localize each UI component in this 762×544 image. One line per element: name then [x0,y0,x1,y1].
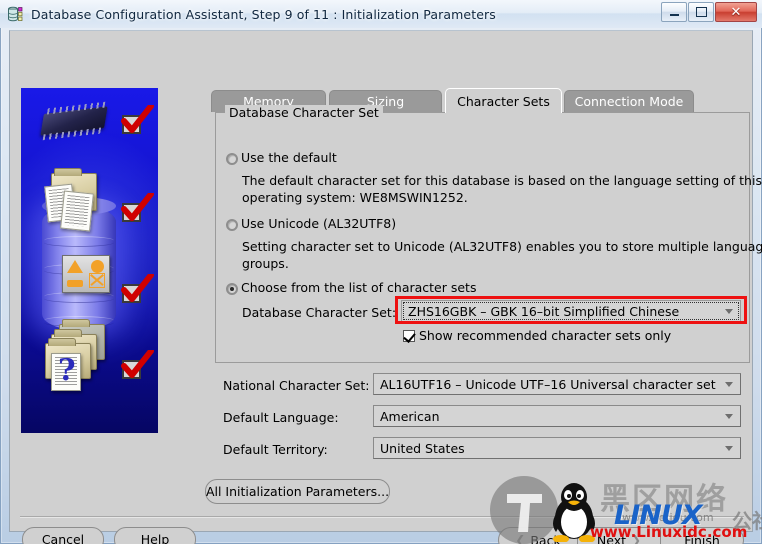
button-label: Finish [684,532,720,544]
next-button[interactable]: Next ❯ [577,527,661,544]
tab-label: Character Sets [457,93,550,109]
help-button[interactable]: Help [114,527,196,544]
chevron-down-icon[interactable] [724,414,740,419]
step-checkmark [121,350,154,379]
back-button[interactable]: ❮ Back [498,527,578,544]
radio-choose-from-list[interactable] [226,283,238,295]
database-app-icon [7,5,25,23]
radio-label-use-unicode: Use Unicode (AL32UTF8) [241,216,397,231]
national-character-set-label: National Character Set: [223,378,370,393]
chevron-down-icon[interactable] [724,309,740,314]
default-language-select[interactable]: American [373,405,741,427]
close-button[interactable]: ✕ [715,2,757,22]
document-graphic [60,190,94,232]
button-label: All Initialization Parameters... [205,484,390,499]
use-default-description-line2: operating system: WE8MSWIN1252. [242,190,468,205]
national-character-set-value: AL16UTF16 – Unicode UTF–16 Universal cha… [380,376,716,392]
close-icon: ✕ [730,4,742,20]
question-mark-graphic: ? [58,353,76,388]
use-unicode-description-line1: Setting character set to Unicode (AL32UT… [242,239,762,254]
cancel-button[interactable]: Cancel [22,527,104,544]
group-title: Database Character Set [225,105,383,120]
maximize-button[interactable] [688,2,714,22]
minimize-button[interactable] [661,2,687,22]
show-recommended-checkbox[interactable] [403,330,415,342]
window-controls: ✕ [661,2,757,22]
database-character-set-select[interactable]: ZHS16GBK – GBK 16–bit Simplified Chinese [401,300,741,322]
tab-character-sets[interactable]: Character Sets [445,88,562,113]
national-character-set-select[interactable]: AL16UTF16 – Unicode UTF–16 Universal cha… [373,373,741,395]
chevron-left-icon: ❮ [515,533,526,544]
database-character-set-value: ZHS16GBK – GBK 16–bit Simplified Chinese [408,303,680,319]
button-label: Next [596,532,627,544]
wizard-navigation: ❮ Back Next ❯ Finish [498,527,744,544]
default-territory-label: Default Territory: [223,442,328,457]
show-recommended-label: Show recommended character sets only [419,328,672,343]
chevron-down-icon[interactable] [724,382,740,387]
tab-label: Connection Mode [574,94,684,109]
button-label: Back [530,532,561,544]
chip-graphic [40,106,108,136]
default-territory-select[interactable]: United States [373,437,741,459]
default-territory-value: United States [380,440,465,456]
radio-label-use-default: Use the default [241,150,337,165]
use-unicode-description-line2: groups. [242,256,289,271]
dialog-client-area: ? Memory Sizing Character Sets Connectio… [9,30,762,544]
chevron-right-icon: ❯ [631,533,642,544]
button-label: Help [140,532,170,544]
radio-use-unicode[interactable] [226,219,238,231]
chevron-down-icon[interactable] [724,446,740,451]
step-checkmark [121,105,154,134]
application-window: Database Configuration Assistant, Step 9… [0,0,762,544]
use-default-description-line1: The default character set for this datab… [242,173,762,188]
tab-connection-mode[interactable]: Connection Mode [564,90,694,112]
footer-divider-highlight [20,517,744,518]
finish-button[interactable]: Finish [660,527,744,544]
title-bar[interactable]: Database Configuration Assistant, Step 9… [0,0,762,28]
shapes-palette-graphic [62,255,110,293]
radio-use-default[interactable] [226,153,238,165]
radio-label-choose-from-list: Choose from the list of character sets [241,280,477,295]
step-checkmark [121,193,154,222]
database-character-set-label: Database Character Set: [242,305,397,320]
progress-illustration: ? [21,88,158,433]
button-label: Cancel [41,532,85,544]
default-language-value: American [380,408,440,424]
default-language-label: Default Language: [223,410,339,425]
window-title: Database Configuration Assistant, Step 9… [31,6,496,22]
all-initialization-parameters-button[interactable]: All Initialization Parameters... [205,479,390,504]
step-checkmark [121,274,154,303]
